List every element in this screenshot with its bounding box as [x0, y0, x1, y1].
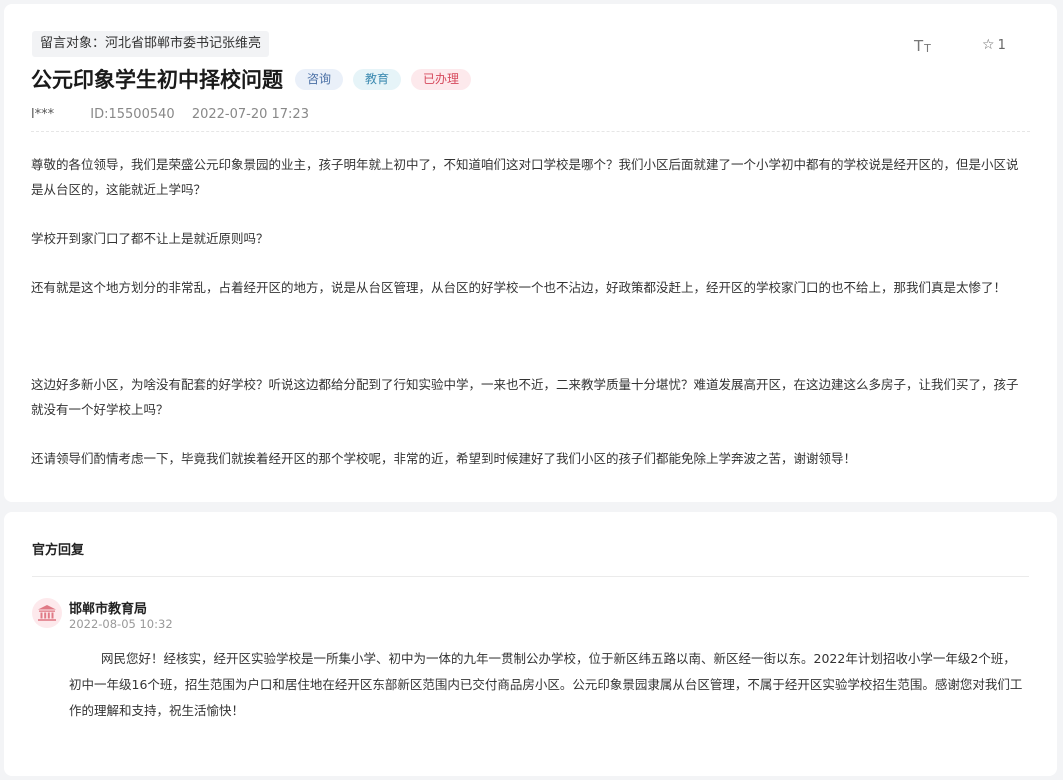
paragraph-line: 这边好多新小区，为啥没有配套的好学校？听说这边都给分配到了行知实验中学，一来也不… [31, 377, 1019, 392]
reply-section-title: 官方回复 [32, 543, 85, 558]
favorite-count: 1 [997, 37, 1006, 53]
reply-card: 官方回复 邯郸市教育局 2022-08-05 10:32 网民您好！经核实，经开… [4, 512, 1057, 776]
meta-divider [31, 131, 1030, 132]
paragraph-line: 是从台区的，这能就近上学吗？ [31, 182, 207, 197]
tag-consult[interactable]: 咨询 [295, 68, 344, 90]
reply-line: 作的理解和支持，祝生活愉快！ [69, 703, 245, 718]
paragraph-line: 尊敬的各位领导，我们是荣盛公元印象景园的业主，孩子明年就上初中了，不知道咱们这对… [31, 157, 1019, 172]
tag-education[interactable]: 教育 [353, 68, 402, 90]
paragraph-line: 还请领导们酌情考虑一下，毕竟我们就挨着经开区的那个学校呢，非常的近，希望到时候建… [31, 451, 857, 466]
paragraph-2: 学校开到家门口了都不让上是就近原则吗？ [31, 226, 1033, 251]
message-datetime: 2022-07-20 17:23 [191, 107, 309, 122]
paragraph-4: 这边好多新小区，为啥没有配套的好学校？听说这边都给分配到了行知实验中学，一来也不… [31, 372, 1033, 422]
message-content: 尊敬的各位领导，我们是荣盛公元印象景园的业主，孩子明年就上初中了，不知道咱们这对… [31, 152, 1033, 471]
message-target-chip: 留言对象：河北省邯郸市委书记张维亮 [32, 31, 270, 57]
favorite-button[interactable]: ☆ 1 [982, 37, 1006, 53]
star-icon: ☆ [982, 37, 995, 53]
reply-datetime: 2022-08-05 10:32 [69, 617, 173, 631]
government-building-icon [38, 605, 56, 621]
paragraph-line: 就没有一个好学校上吗？ [31, 402, 169, 417]
paragraph-3: 还有就是这个地方划分的非常乱，占着经开区的地方，说是从台区管理，从台区的好学校一… [31, 275, 1033, 300]
message-id: ID:15500540 [90, 107, 175, 122]
message-meta: l*** ID:15500540 2022-07-20 17:23 [31, 107, 309, 122]
org-avatar [32, 598, 62, 628]
title-row: 公元印象学生初中择校问题 咨询 教育 已办理 [31, 64, 481, 94]
reply-line: 初中一年级16个班，招生范围为户口和居住地在经开区东部新区范围内已交付商品房小区… [69, 677, 1023, 692]
paragraph-line: 还有就是这个地方划分的非常乱，占着经开区的地方，说是从台区管理，从台区的好学校一… [31, 280, 1007, 295]
paragraph-1: 尊敬的各位领导，我们是荣盛公元印象景园的业主，孩子明年就上初中了，不知道咱们这对… [31, 152, 1033, 202]
reply-content: 网民您好！经核实，经开区实验学校是一所集小学、初中为一体的九年一贯制公办学校，位… [69, 646, 1035, 724]
org-name: 邯郸市教育局 [69, 602, 148, 617]
font-size-button[interactable]: TT [914, 37, 931, 55]
tag-status-handled: 已办理 [411, 68, 472, 90]
reply-line: 网民您好！经核实，经开区实验学校是一所集小学、初中为一体的九年一贯制公办学校，位… [101, 651, 1016, 666]
font-size-icon: T [914, 37, 924, 55]
paragraph-line: 学校开到家门口了都不让上是就近原则吗？ [31, 231, 269, 246]
reply-divider [32, 576, 1029, 577]
message-title: 公元印象学生初中择校问题 [31, 68, 283, 92]
paragraph-5: 还请领导们酌情考虑一下，毕竟我们就挨着经开区的那个学校呢，非常的近，希望到时候建… [31, 446, 1033, 471]
message-card: 留言对象：河北省邯郸市委书记张维亮 公元印象学生初中择校问题 咨询 教育 已办理… [4, 4, 1057, 502]
font-size-icon-small: T [924, 42, 931, 55]
author-name: l*** [31, 107, 55, 122]
